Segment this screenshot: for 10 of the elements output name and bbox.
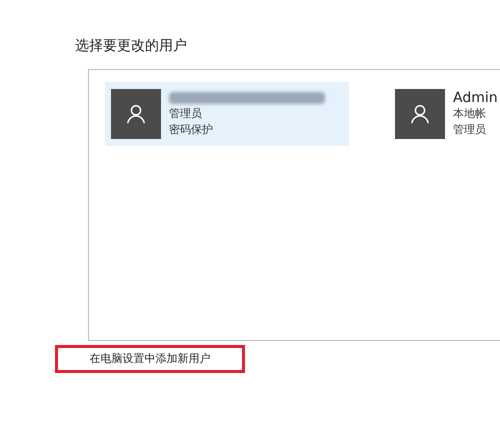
person-icon [125, 103, 147, 125]
add-user-link[interactable]: 在电脑设置中添加新用户 [55, 345, 245, 374]
account-detail: 本地帐 [453, 106, 487, 122]
account-detail: 管理员 [169, 106, 203, 122]
account-detail: 密码保护 [169, 122, 214, 138]
user-name: Admin [453, 90, 498, 106]
account-detail: 管理员 [453, 122, 487, 138]
section-heading: 选择要更改的用户 [75, 37, 188, 56]
user-tile[interactable]: 管理员 密码保护 [105, 82, 349, 146]
person-icon [409, 103, 431, 125]
